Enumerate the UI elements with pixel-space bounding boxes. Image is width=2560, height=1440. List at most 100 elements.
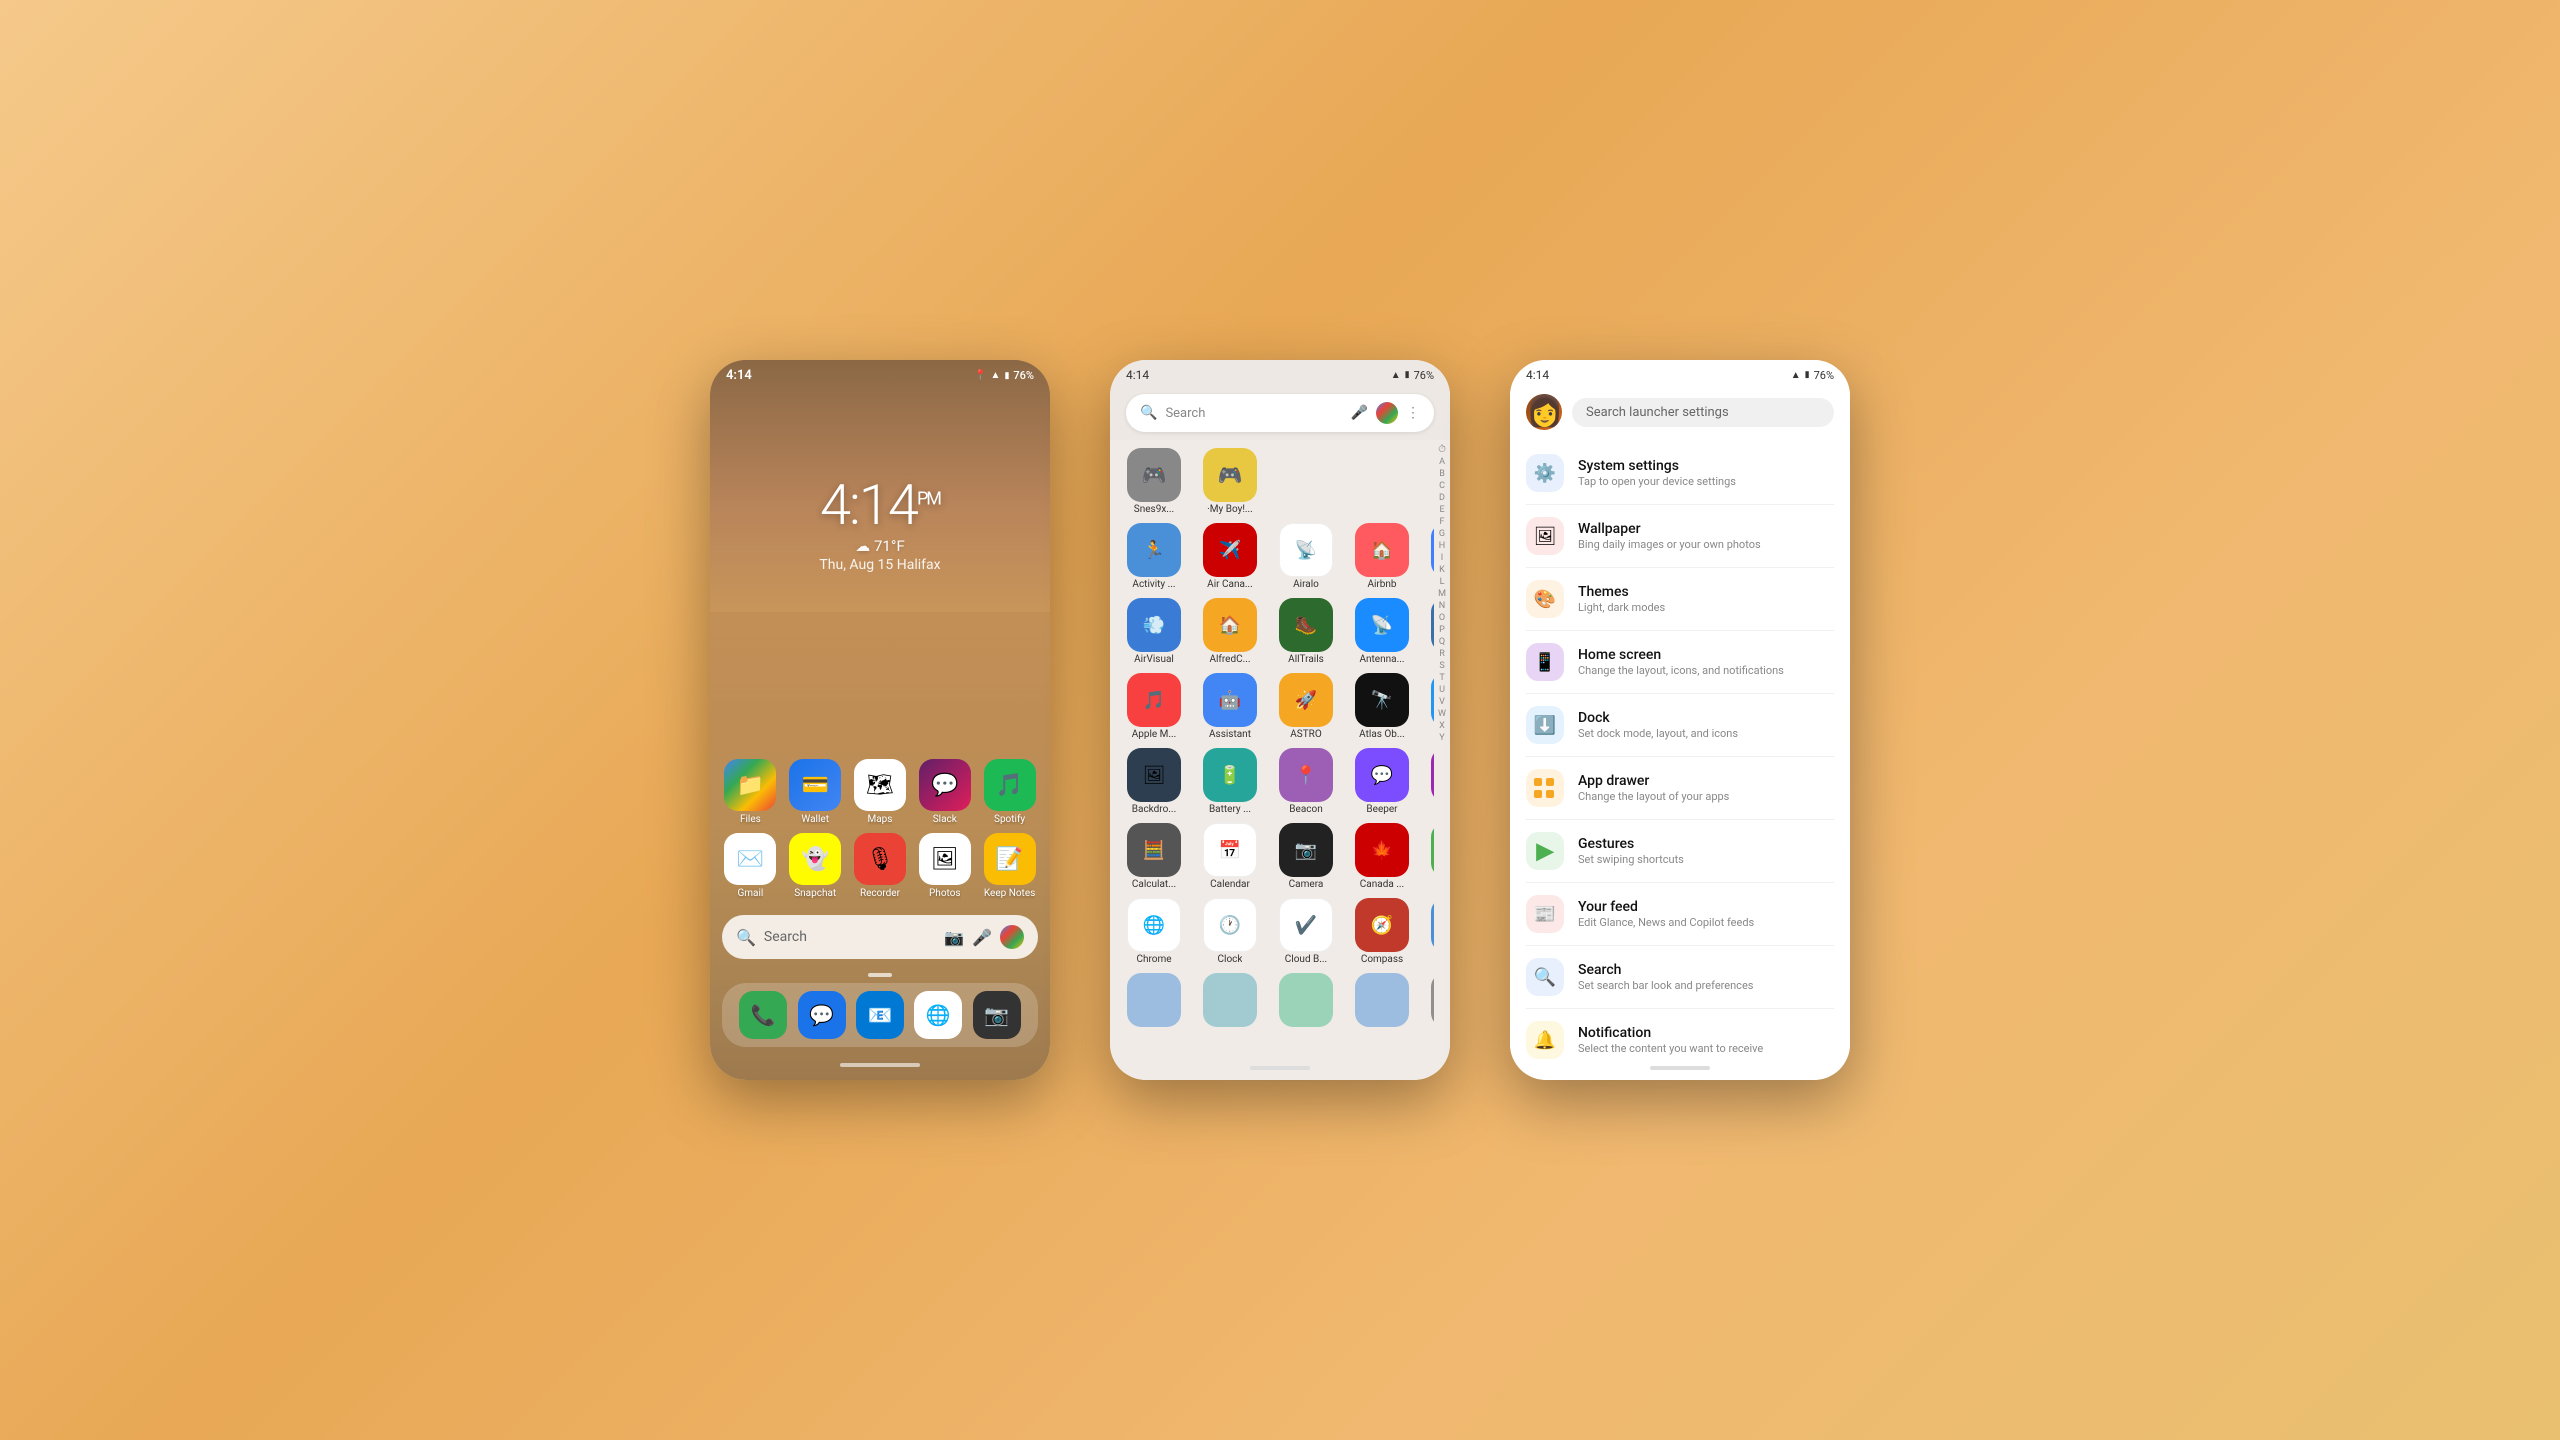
app-maps[interactable]: 🗺 Maps [852, 759, 909, 825]
lens-icon[interactable] [1376, 402, 1398, 424]
icon-atlasob: 🔭 [1355, 673, 1409, 727]
settings-item-appdrawer[interactable]: App drawer Change the layout of your app… [1510, 757, 1850, 819]
user-avatar[interactable]: 👩 [1526, 394, 1562, 430]
settings-item-dock[interactable]: ⬇️ Dock Set dock mode, layout, and icons [1510, 694, 1850, 756]
alpha-u[interactable]: U [1439, 685, 1445, 695]
alpha-f[interactable]: F [1440, 517, 1445, 527]
phone-app-drawer: 4:14 ▲ ▮ 76% 🔍 Search 🎤 ⋮ 🎮 [1110, 360, 1450, 1080]
app-applock[interactable]: 🔒 App Lock [1422, 598, 1434, 665]
alpha-v[interactable]: V [1439, 697, 1445, 707]
camera-search-icon[interactable]: 📷 [944, 928, 964, 947]
app-calendar[interactable]: 📅 Calendar [1194, 823, 1266, 890]
app-alfredc[interactable]: 🏠 AlfredC... [1194, 598, 1266, 665]
alpha-i[interactable]: I [1441, 553, 1443, 563]
app-compass[interactable]: 🧭 Compass [1346, 898, 1418, 965]
icon-assistant: 🤖 [1203, 673, 1257, 727]
alpha-e[interactable]: E [1439, 505, 1444, 515]
app-airscreen[interactable]: 📺 AirScreen [1422, 523, 1434, 590]
app-snes9x[interactable]: 🎮 Snes9x... [1118, 448, 1190, 515]
app-alltrails[interactable]: 🥾 AllTrails [1270, 598, 1342, 665]
settings-search-bar[interactable]: Search launcher settings [1572, 398, 1834, 427]
alpha-s[interactable]: S [1439, 661, 1444, 671]
app-activity[interactable]: 🏃 Activity ... [1118, 523, 1190, 590]
app-beacon[interactable]: 📍 Beacon [1270, 748, 1342, 815]
app-myboy[interactable]: 🎮 ·My Boy!... [1194, 448, 1266, 515]
settings-item-yourfeed[interactable]: 📰 Your feed Edit Glance, News and Copilo… [1510, 883, 1850, 945]
app-astro[interactable]: 🚀 ASTRO [1270, 673, 1342, 740]
app-atlasob[interactable]: 🔭 Atlas Ob... [1346, 673, 1418, 740]
settings-item-homescreen[interactable]: 📱 Home screen Change the layout, icons, … [1510, 631, 1850, 693]
app-calculator[interactable]: 🧮 Calculat... [1118, 823, 1190, 890]
alpha-clock[interactable]: ⏱ [1438, 444, 1446, 455]
app-chat[interactable]: 💬 Chat [1422, 823, 1434, 890]
alpha-sidebar[interactable]: ⏱ A B C D E F G H I K L M N O P Q R S T [1434, 440, 1450, 1060]
alpha-o[interactable]: O [1439, 613, 1445, 623]
alpha-h[interactable]: H [1439, 541, 1445, 551]
more-options-icon[interactable]: ⋮ [1406, 405, 1420, 421]
app-antenna[interactable]: 📡 Antenna... [1346, 598, 1418, 665]
settings-item-notification[interactable]: 🔔 Notification Select the content you wa… [1510, 1009, 1850, 1060]
app-airvisual[interactable]: 💨 AirVisual [1118, 598, 1190, 665]
yourfeed-subtitle: Edit Glance, News and Copilot feeds [1578, 916, 1834, 929]
app-canada[interactable]: 🍁 Canada ... [1346, 823, 1418, 890]
alpha-p[interactable]: P [1439, 625, 1445, 635]
app-chrome[interactable]: 🌐 Chrome [1118, 898, 1190, 965]
dock-outlook[interactable]: 📧 [856, 991, 904, 1039]
dock-messages[interactable]: 💬 [798, 991, 846, 1039]
dock-camera[interactable]: 📷 [973, 991, 1021, 1039]
alpha-d[interactable]: D [1439, 493, 1445, 503]
app-slack[interactable]: 💬 Slack [916, 759, 973, 825]
alpha-a[interactable]: A [1439, 457, 1445, 467]
alpha-n[interactable]: N [1439, 601, 1445, 611]
mic-icon[interactable]: 🎤 [1351, 405, 1368, 421]
app-backdrop[interactable]: 🖼 Backdro... [1118, 748, 1190, 815]
settings-search-placeholder: Search launcher settings [1586, 405, 1729, 420]
alpha-w[interactable]: W [1438, 709, 1446, 719]
app-airalo[interactable]: 📡 Airalo [1270, 523, 1342, 590]
home-search-bar[interactable]: 🔍 Search 📷 🎤 [722, 915, 1038, 959]
app-photos[interactable]: 🖼 Photos [916, 833, 973, 899]
mic-icon[interactable]: 🎤 [972, 928, 992, 947]
alpha-k[interactable]: K [1439, 565, 1445, 575]
app-assistant[interactable]: 🤖 Assistant [1194, 673, 1266, 740]
app-beeper2[interactable]: 💬 Beeper [1422, 748, 1434, 815]
app-battery[interactable]: 🔋 Battery ... [1194, 748, 1266, 815]
settings-item-search[interactable]: 🔍 Search Set search bar look and prefere… [1510, 946, 1850, 1008]
app-airbnb[interactable]: 🏠 Airbnb [1346, 523, 1418, 590]
dock-phone[interactable]: 📞 [739, 991, 787, 1039]
app-recorder[interactable]: 🎙 Recorder [852, 833, 909, 899]
app-cloudb[interactable]: ✔️ Cloud B... [1270, 898, 1342, 965]
alpha-b[interactable]: B [1439, 469, 1445, 479]
alpha-l[interactable]: L [1440, 577, 1445, 587]
lens-icon[interactable] [1000, 925, 1024, 949]
settings-item-wallpaper[interactable]: 🖼 Wallpaper Bing daily images or your ow… [1510, 505, 1850, 567]
alpha-x[interactable]: X [1439, 721, 1445, 731]
app-aircanada[interactable]: ✈️ Air Cana... [1194, 523, 1266, 590]
drawer-search-bar[interactable]: 🔍 Search 🎤 ⋮ [1126, 394, 1434, 432]
app-contacts[interactable]: 👤 Contacts [1422, 898, 1434, 965]
app-beeper1[interactable]: 💬 Beeper [1346, 748, 1418, 815]
alpha-c[interactable]: C [1439, 481, 1445, 491]
alpha-m[interactable]: M [1438, 589, 1446, 599]
app-wallet[interactable]: 💳 Wallet [787, 759, 844, 825]
alpha-r[interactable]: R [1439, 649, 1445, 659]
app-camera[interactable]: 📷 Camera [1270, 823, 1342, 890]
dock-chrome[interactable]: 🌐 [914, 991, 962, 1039]
alpha-g[interactable]: G [1439, 529, 1445, 539]
alpha-q[interactable]: Q [1439, 637, 1445, 647]
app-clock[interactable]: 🕐 Clock [1194, 898, 1266, 965]
app-authenti[interactable]: 🔑 Authenti... [1422, 673, 1434, 740]
app-snapchat[interactable]: 👻 Snapchat [787, 833, 844, 899]
alpha-y[interactable]: Y [1439, 733, 1444, 743]
app-keepnotes[interactable]: 📝 Keep Notes [981, 833, 1038, 899]
app-files[interactable]: 📁 Files [722, 759, 779, 825]
app-spotify[interactable]: 🎵 Spotify [981, 759, 1038, 825]
settings-item-gestures[interactable]: ▶ Gestures Set swiping shortcuts [1510, 820, 1850, 882]
settings-item-system[interactable]: ⚙️ System settings Tap to open your devi… [1510, 442, 1850, 504]
alpha-t[interactable]: T [1439, 673, 1444, 683]
wallpaper-subtitle: Bing daily images or your own photos [1578, 538, 1834, 551]
settings-item-themes[interactable]: 🎨 Themes Light, dark modes [1510, 568, 1850, 630]
app-applemusic[interactable]: 🎵 Apple M... [1118, 673, 1190, 740]
wallpaper-text: Wallpaper Bing daily images or your own … [1578, 521, 1834, 551]
app-gmail[interactable]: ✉️ Gmail [722, 833, 779, 899]
